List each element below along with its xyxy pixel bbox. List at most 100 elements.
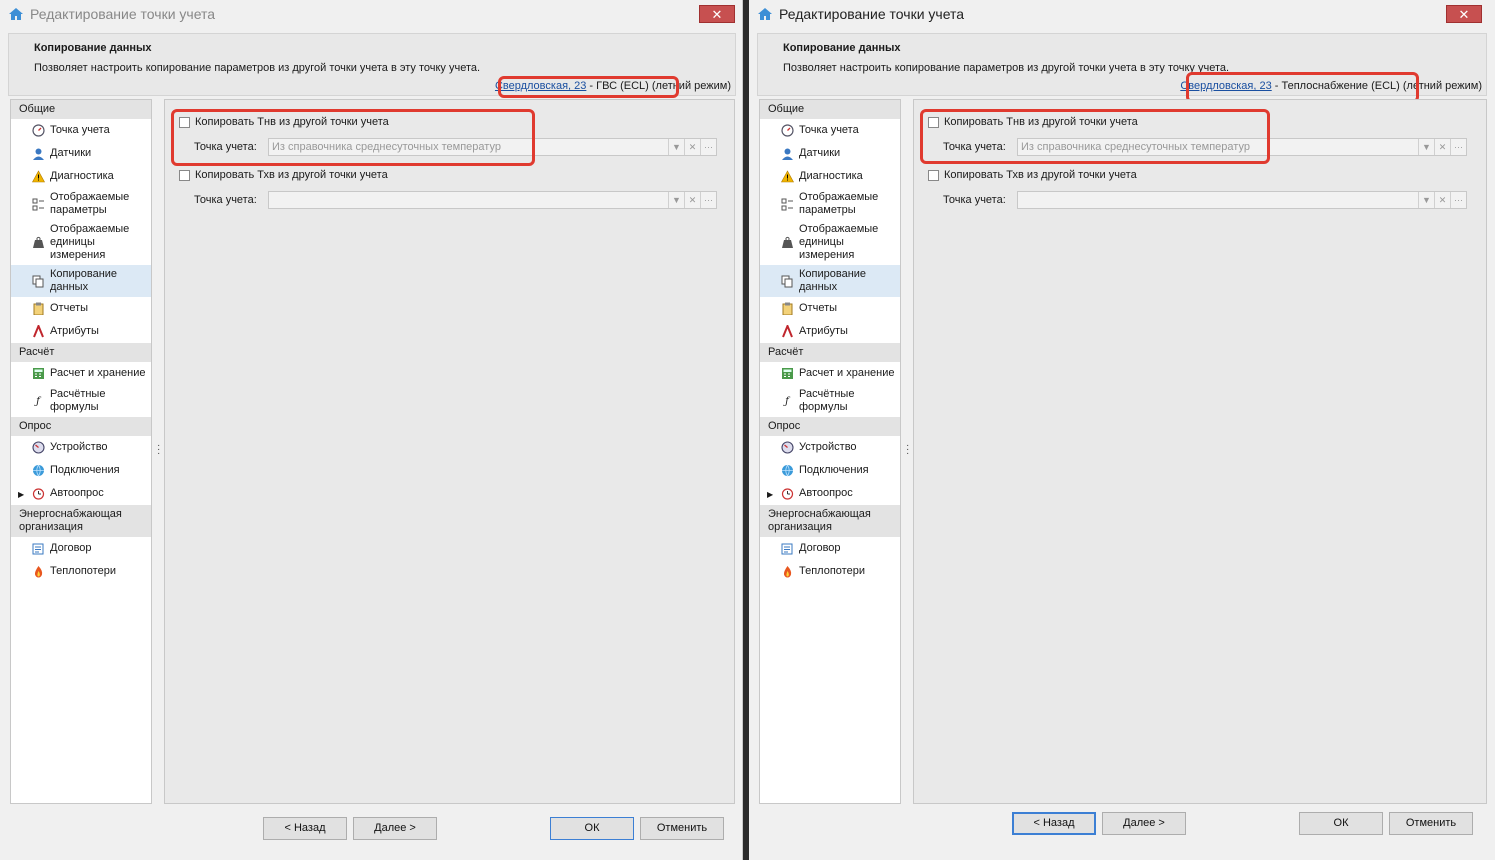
section-calculation: Расчёт xyxy=(11,343,151,362)
dropdown-arrow-icon[interactable]: ▼ xyxy=(668,139,684,155)
sidebar-item-sensors[interactable]: Датчики xyxy=(760,142,900,165)
sidebar-item-label: Отображаемые параметры xyxy=(50,191,130,216)
ellipsis-icon[interactable]: ··· xyxy=(700,139,716,155)
page-header: Копирование данных Позволяет настроить к… xyxy=(8,33,736,96)
sidebar-item-autopoll[interactable]: ▶ Автоопрос xyxy=(11,482,151,505)
sidebar-item-formulas[interactable]: ƒ Расчётные формулы xyxy=(760,385,900,417)
source-point-select-2[interactable]: ▼ ✕ ··· xyxy=(268,191,717,209)
sidebar-item-connections[interactable]: Подключения xyxy=(760,459,900,482)
sidebar-item-device[interactable]: Устройство xyxy=(11,436,151,459)
sidebar-item-label: Автоопрос xyxy=(50,487,104,499)
sidebar-item-display-units[interactable]: Отображаемые единицы измерения xyxy=(11,220,151,265)
metering-point-reference: Свердловская, 23 - Теплоснабжение (ECL) … xyxy=(1180,80,1482,92)
sidebar-item-attributes[interactable]: Атрибуты xyxy=(760,320,900,343)
section-polling: Опрос xyxy=(11,417,151,436)
copy-txv-label: Копировать Тхв из другой точки учета xyxy=(195,169,388,181)
sidebar-item-metering-point[interactable]: Точка учета xyxy=(760,119,900,142)
copy-icon xyxy=(780,274,794,288)
point-label: Точка учета: xyxy=(943,141,1006,153)
next-button[interactable]: Далее > xyxy=(1102,812,1186,835)
sidebar-item-label: Договор xyxy=(50,542,92,554)
sidebar-item-label: Точка учета xyxy=(799,124,859,136)
left-dialog-window: Редактирование точки учета ✕ Копирование… xyxy=(0,0,743,860)
source-point-select[interactable]: Из справочника среднесуточных температур… xyxy=(268,138,717,156)
sidebar-item-contract[interactable]: Договор xyxy=(760,537,900,560)
sidebar-item-label: Копирование данных xyxy=(799,268,867,293)
clear-icon[interactable]: ✕ xyxy=(684,192,700,208)
warning-icon xyxy=(780,170,794,184)
metering-point-link[interactable]: Свердловская, 23 xyxy=(1180,80,1271,92)
dropdown-arrow-icon[interactable]: ▼ xyxy=(1418,139,1434,155)
copy-txv-checkbox[interactable]: Копировать Тхв из другой точки учета xyxy=(928,169,1137,181)
navigation-sidebar: Общие Точка учета Датчики Диагностика От… xyxy=(10,99,152,804)
title-bar: Редактирование точки учета ✕ xyxy=(0,0,742,28)
sidebar-item-display-params[interactable]: Отображаемые параметры xyxy=(11,188,151,220)
sidebar-item-sensors[interactable]: Датчики xyxy=(11,142,151,165)
sidebar-item-reports[interactable]: Отчеты xyxy=(760,297,900,320)
clipboard-icon xyxy=(31,302,45,316)
metering-point-link[interactable]: Свердловская, 23 xyxy=(495,80,586,92)
sidebar-item-copy-data[interactable]: Копирование данных xyxy=(11,265,151,297)
sidebar-item-attributes[interactable]: Атрибуты xyxy=(11,320,151,343)
sidebar-item-contract[interactable]: Договор xyxy=(11,537,151,560)
sidebar-item-calc-storage[interactable]: Расчет и хранение xyxy=(760,362,900,385)
sidebar-item-diagnostics[interactable]: Диагностика xyxy=(760,165,900,188)
close-button[interactable]: ✕ xyxy=(1446,5,1482,23)
back-button[interactable]: < Назад xyxy=(263,817,347,840)
ellipsis-icon[interactable]: ··· xyxy=(1450,139,1466,155)
sidebar-item-label: Диагностика xyxy=(799,170,863,182)
page-title: Копирование данных xyxy=(783,42,901,54)
sidebar-item-device[interactable]: Устройство xyxy=(760,436,900,459)
ellipsis-icon[interactable]: ··· xyxy=(700,192,716,208)
checkbox-box[interactable] xyxy=(928,169,939,181)
checklist-icon xyxy=(780,197,794,211)
clear-icon[interactable]: ✕ xyxy=(684,139,700,155)
sidebar-item-display-params[interactable]: Отображаемые параметры xyxy=(760,188,900,220)
next-button[interactable]: Далее > xyxy=(353,817,437,840)
sidebar-item-formulas[interactable]: ƒ Расчётные формулы xyxy=(11,385,151,417)
back-button[interactable]: < Назад xyxy=(1012,812,1096,835)
user-icon xyxy=(31,147,45,161)
ok-button[interactable]: ОК xyxy=(1299,812,1383,835)
checkbox-box[interactable] xyxy=(179,116,190,128)
checkbox-box[interactable] xyxy=(928,116,939,128)
sidebar-item-copy-data[interactable]: Копирование данных xyxy=(760,265,900,297)
source-point-select-2[interactable]: ▼ ✕ ··· xyxy=(1017,191,1467,209)
dialog-title: Редактирование точки учета xyxy=(779,6,965,22)
sidebar-item-display-units[interactable]: Отображаемые единицы измерения xyxy=(760,220,900,265)
clear-icon[interactable]: ✕ xyxy=(1434,139,1450,155)
sidebar-item-diagnostics[interactable]: Диагностика xyxy=(11,165,151,188)
source-point-select[interactable]: Из справочника среднесуточных температур… xyxy=(1017,138,1467,156)
copy-txv-checkbox[interactable]: Копировать Тхв из другой точки учета xyxy=(179,169,388,181)
sidebar-item-label: Расчётные формулы xyxy=(799,388,855,413)
globe-icon xyxy=(780,464,794,478)
sidebar-item-heat-loss[interactable]: Теплопотери xyxy=(760,560,900,583)
cancel-button[interactable]: Отменить xyxy=(1389,812,1473,835)
splitter-handle[interactable]: · · · xyxy=(906,441,909,459)
dropdown-arrow-icon[interactable]: ▼ xyxy=(1418,192,1434,208)
sidebar-item-autopoll[interactable]: ▶ Автоопрос xyxy=(760,482,900,505)
copy-icon xyxy=(31,274,45,288)
sidebar-item-calc-storage[interactable]: Расчет и хранение xyxy=(11,362,151,385)
sidebar-item-label: Отображаемые единицы измерения xyxy=(50,223,130,261)
close-button[interactable]: ✕ xyxy=(699,5,735,23)
expand-arrow-icon[interactable]: ▶ xyxy=(18,488,24,501)
gauge-icon xyxy=(780,124,794,138)
flame-icon xyxy=(780,565,794,579)
splitter-handle[interactable]: · · · xyxy=(157,441,160,459)
metering-point-suffix: - ГВС (ECL) (летний режим) xyxy=(586,80,731,92)
sidebar-item-connections[interactable]: Подключения xyxy=(11,459,151,482)
ellipsis-icon[interactable]: ··· xyxy=(1450,192,1466,208)
clear-icon[interactable]: ✕ xyxy=(1434,192,1450,208)
copy-tnv-checkbox[interactable]: Копировать Тнв из другой точки учета xyxy=(928,116,1138,128)
expand-arrow-icon[interactable]: ▶ xyxy=(767,488,773,501)
ok-button[interactable]: ОК xyxy=(550,817,634,840)
sidebar-item-metering-point[interactable]: Точка учета xyxy=(11,119,151,142)
sidebar-item-heat-loss[interactable]: Теплопотери xyxy=(11,560,151,583)
checkbox-box[interactable] xyxy=(179,169,190,181)
cancel-button[interactable]: Отменить xyxy=(640,817,724,840)
dropdown-arrow-icon[interactable]: ▼ xyxy=(668,192,684,208)
sidebar-item-reports[interactable]: Отчеты xyxy=(11,297,151,320)
page-description: Позволяет настроить копирование параметр… xyxy=(34,62,481,74)
copy-tnv-checkbox[interactable]: Копировать Тнв из другой точки учета xyxy=(179,116,389,128)
